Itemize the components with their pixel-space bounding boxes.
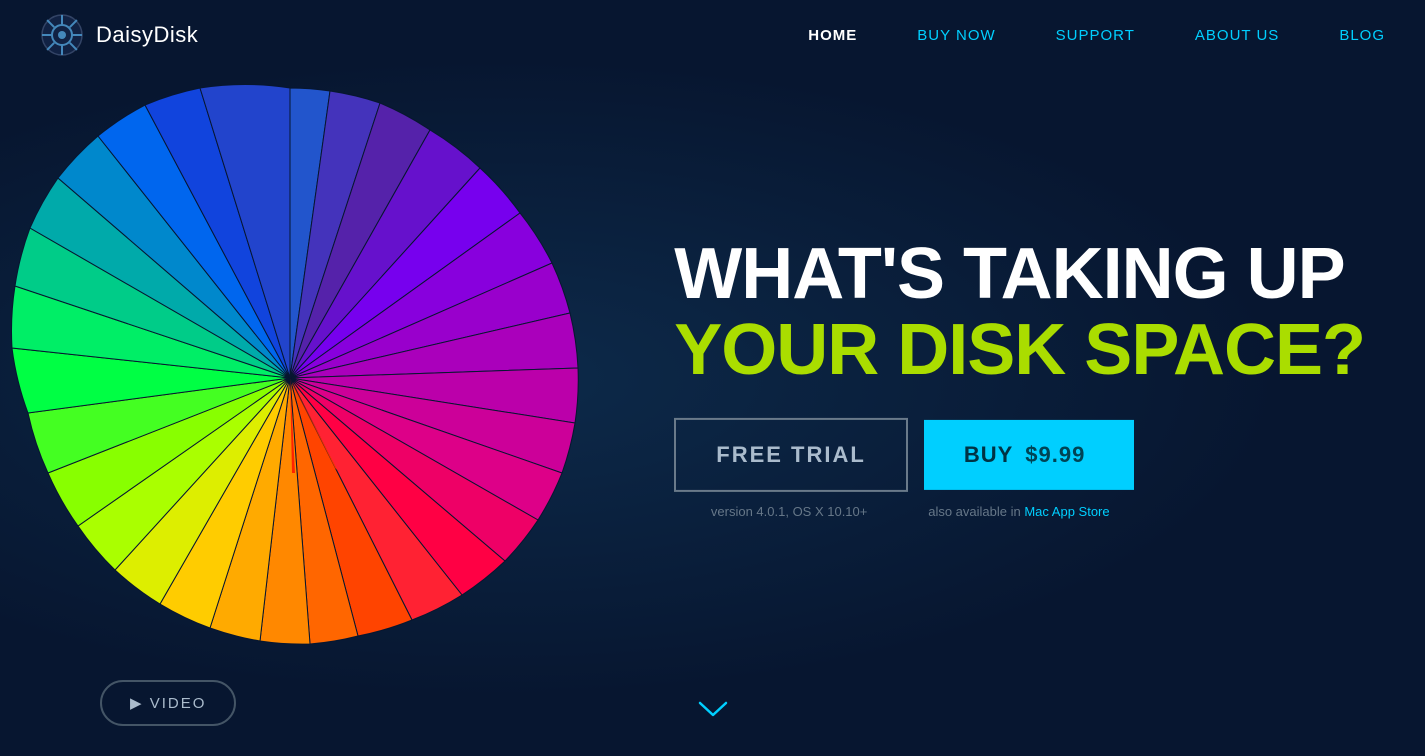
chevron-down-icon	[698, 699, 728, 719]
logo-area[interactable]: DaisyDisk	[40, 13, 198, 57]
cta-area: FREE TRIAL BUY $9.99 version 4.0.1, OS X…	[674, 418, 1134, 519]
scroll-down-indicator[interactable]	[698, 698, 728, 726]
free-trial-button[interactable]: FREE TRIAL	[674, 418, 908, 492]
navigation: DaisyDisk HOME BUY NOW SUPPORT ABOUT US …	[0, 0, 1425, 70]
disk-chart-area: 601,2 GB	[0, 28, 640, 728]
nav-support[interactable]: SUPPORT	[1056, 27, 1135, 44]
cta-meta: version 4.0.1, OS X 10.10+ also availabl…	[674, 504, 1134, 519]
disk-chart: 601,2 GB	[0, 28, 640, 728]
nav-buy-now[interactable]: BUY NOW	[917, 27, 995, 44]
logo-text: DaisyDisk	[96, 22, 198, 48]
nav-links: HOME BUY NOW SUPPORT ABOUT US BLOG	[808, 27, 1385, 44]
nav-home[interactable]: HOME	[808, 27, 857, 44]
right-content: WHAT'S TAKING UP YOUR DISK SPACE? FREE T…	[674, 237, 1365, 519]
cta-buttons: FREE TRIAL BUY $9.99	[674, 418, 1134, 492]
headline: WHAT'S TAKING UP YOUR DISK SPACE?	[674, 237, 1365, 388]
app-store-link[interactable]: Mac App Store	[1024, 504, 1109, 519]
buy-button[interactable]: BUY $9.99	[924, 420, 1134, 490]
headline-line2: YOUR DISK SPACE?	[674, 313, 1365, 389]
video-button[interactable]: ▶ VIDEO	[100, 680, 236, 726]
meta-trial-text: version 4.0.1, OS X 10.10+	[674, 504, 904, 519]
logo-icon	[40, 13, 84, 57]
nav-blog[interactable]: BLOG	[1339, 27, 1385, 44]
meta-buy-prefix: also available in	[928, 504, 1024, 519]
buy-label: BUY	[964, 442, 1013, 468]
buy-price: $9.99	[1025, 442, 1085, 468]
nav-about-us[interactable]: ABOUT US	[1195, 27, 1279, 44]
meta-buy-text: also available in Mac App Store	[904, 504, 1134, 519]
headline-line1: WHAT'S TAKING UP	[674, 237, 1365, 313]
